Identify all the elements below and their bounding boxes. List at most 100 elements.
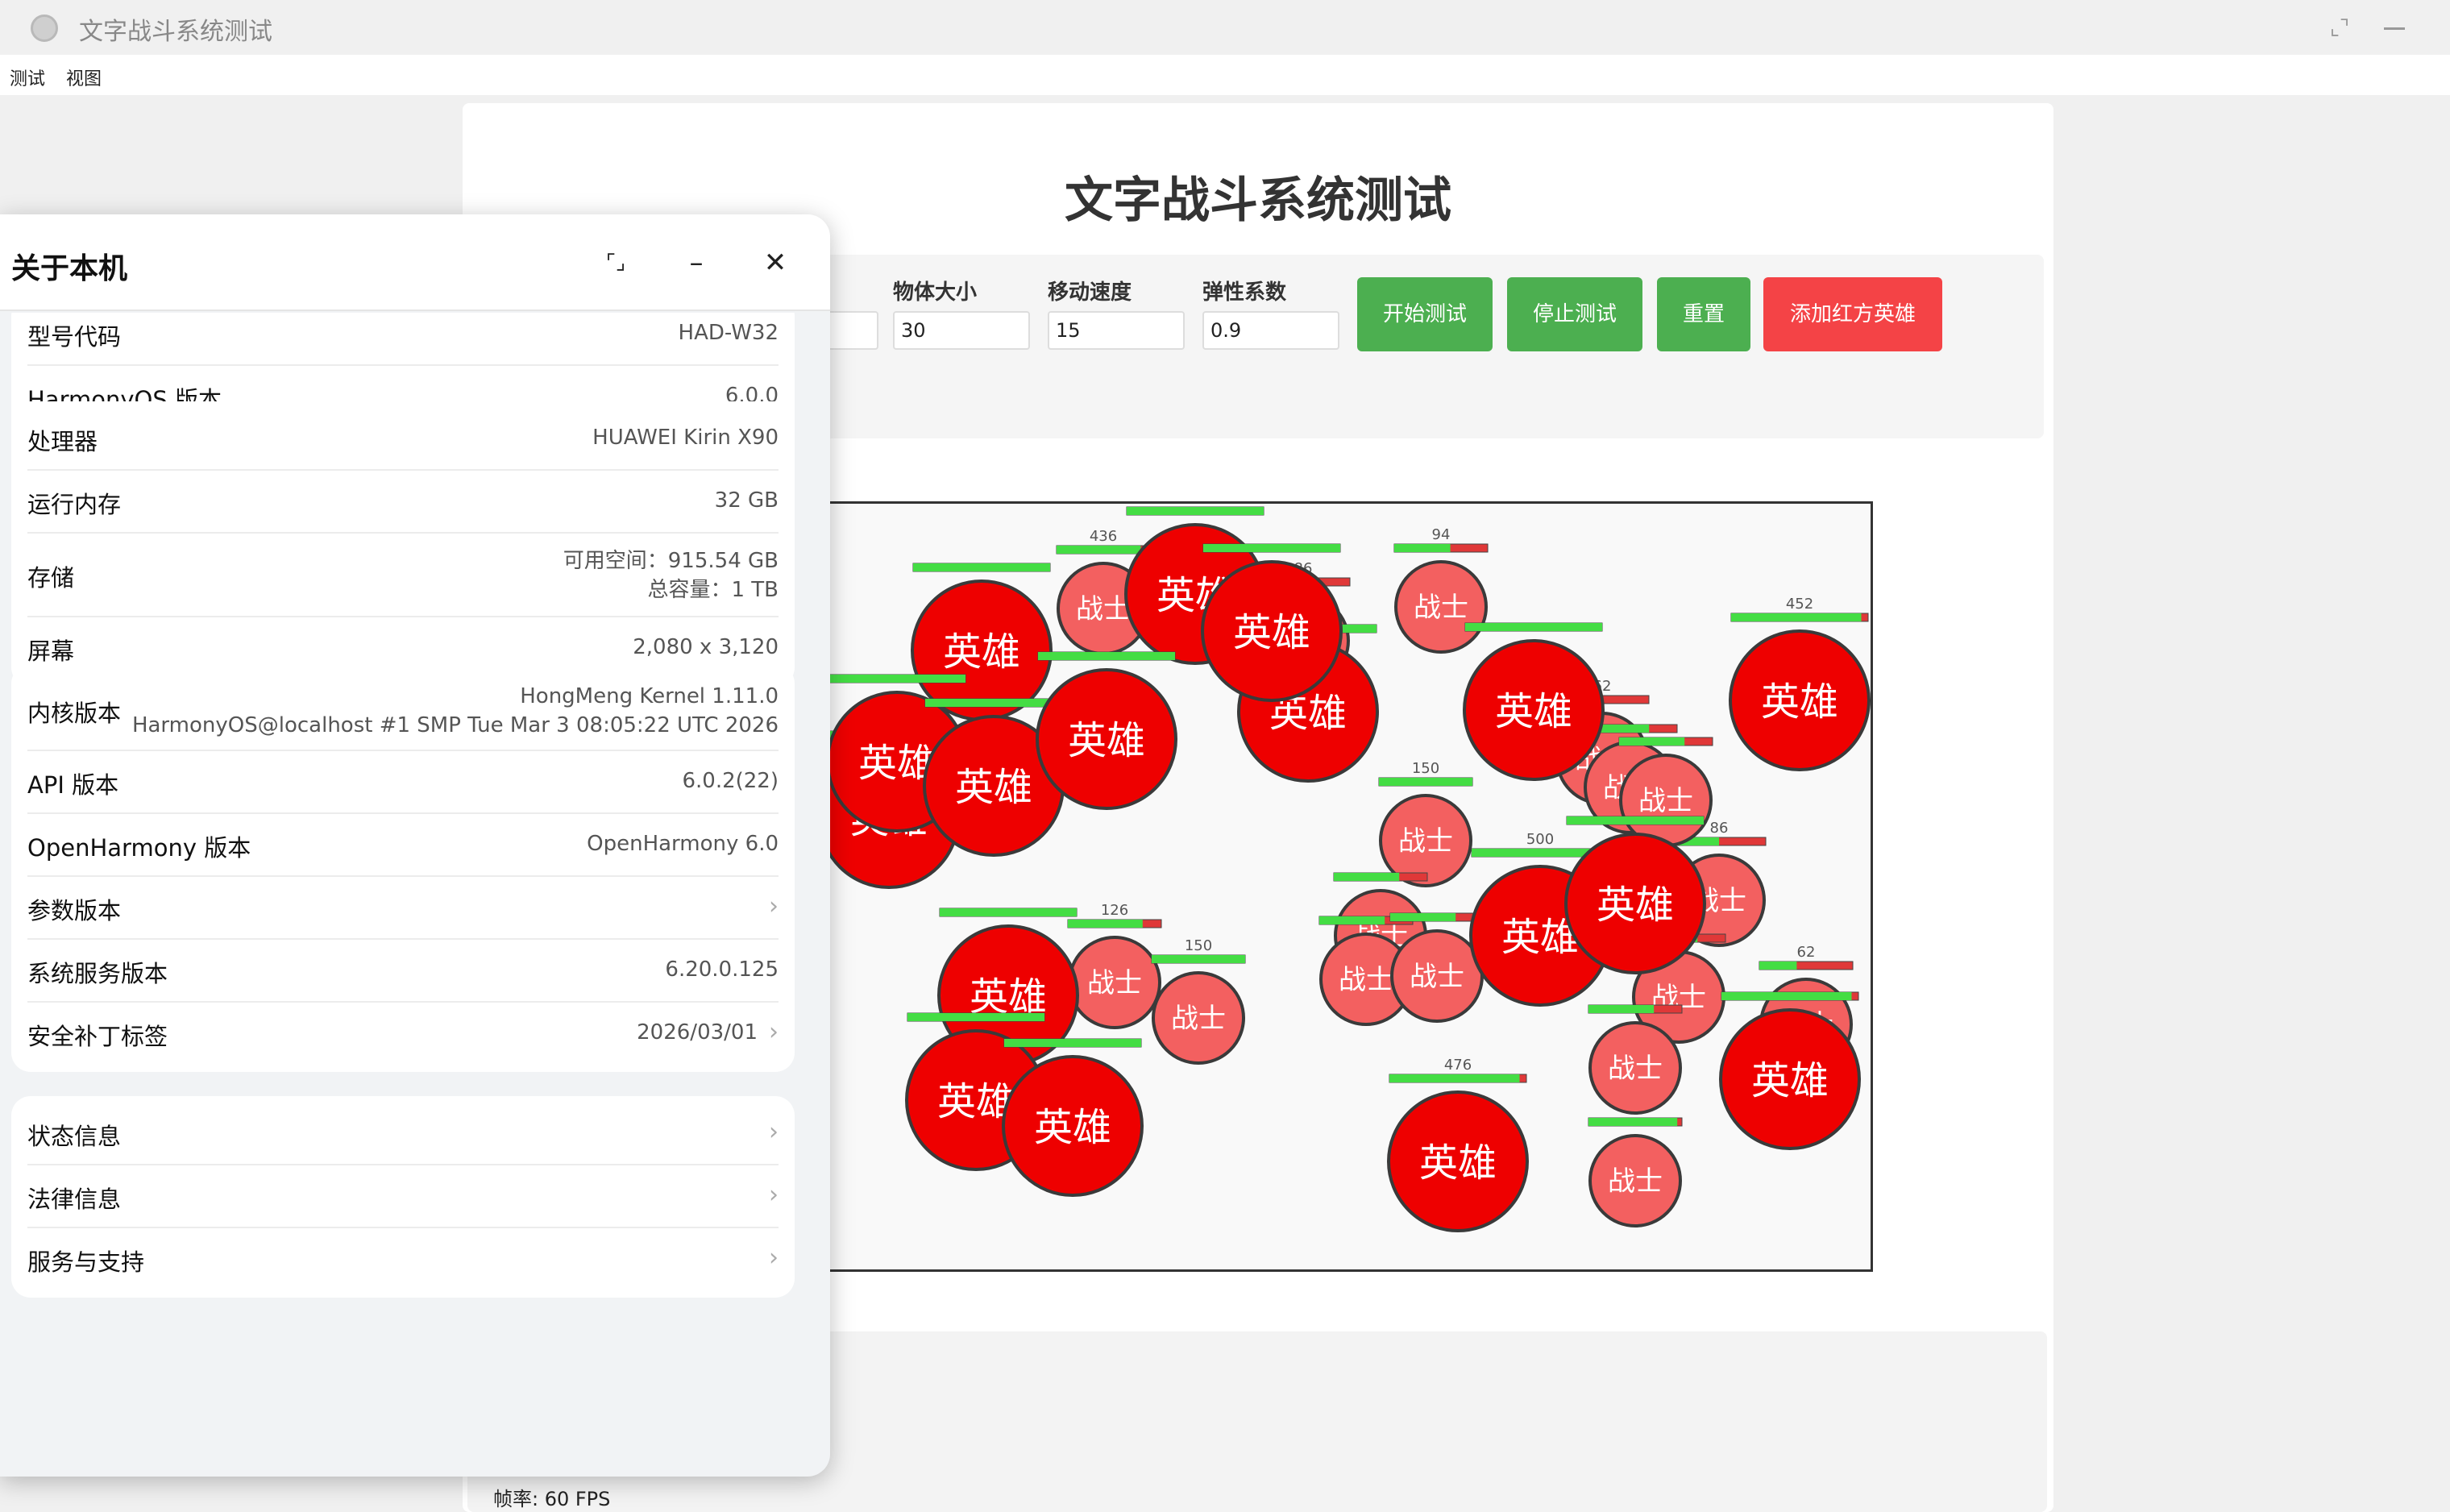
hp-bar-fill [1619,737,1685,746]
unit-label: 英雄 [1761,679,1838,725]
hp-bar-fill [1588,1118,1678,1126]
hp-value-label: 436 [1090,528,1117,545]
menu-view[interactable]: 视图 [66,64,102,90]
about-row-value-line1: HongMeng Kernel 1.11.0 [520,684,779,708]
chevron-right-icon: › [769,1118,779,1146]
about-row[interactable]: 状态信息 › [27,1103,779,1165]
chevron-right-icon: › [769,892,779,920]
unit-label: 英雄 [1751,1058,1829,1103]
about-row-label: 法律信息 [27,1186,122,1213]
minimize-window-icon[interactable] [2384,27,2405,30]
about-row: 系统服务版本 6.20.0.125 [27,940,779,1003]
restore-window-icon[interactable]: ⌞⌝ [2326,15,2353,42]
hp-bar-fill [1152,955,1245,963]
about-row: 型号代码 HAD-W32 [27,313,779,366]
about-group: 内核版本 HongMeng Kernel 1.11.0 HarmonyOS@loca… [11,664,795,1072]
size-input[interactable]: 30 [893,311,1030,350]
about-row[interactable]: 服务与支持 › [27,1228,779,1291]
about-row-value-line2: 总容量：1 TB [647,578,779,602]
hp-bar-fill [1759,962,1797,970]
elasticity-input[interactable]: 0.9 [1202,311,1339,350]
hp-bar-fill [1394,544,1451,552]
restore-icon[interactable]: ⌜⌟ [596,243,635,282]
hp-bar-fill [1004,1039,1141,1047]
about-row-label: 安全补丁标签 [27,1023,168,1050]
about-row-label: API 版本 [27,771,119,799]
chevron-right-icon: › [769,1018,779,1046]
add-red-hero-button[interactable]: 添加红方英雄 [1763,277,1942,351]
about-row-value: 2,080 x 3,120 [633,635,779,659]
hp-bar-fill [1390,913,1456,921]
hp-bar-fill [1203,544,1340,552]
hp-bar-fill [1068,920,1143,928]
battle-arena[interactable]: 战士94战士436战士86战士62战士150战士86战士126战士150战士14… [822,501,1873,1272]
about-row[interactable]: 法律信息 › [27,1165,779,1228]
hp-value-label: 476 [1444,1057,1472,1074]
about-row-label: 状态信息 [27,1123,122,1150]
hp-value-label: 150 [1412,760,1439,777]
app-icon [31,15,58,42]
reset-button[interactable]: 重置 [1657,277,1750,351]
about-row-label: 参数版本 [27,897,122,924]
about-row[interactable]: 参数版本 › [27,877,779,940]
hp-bar-fill [1319,916,1385,924]
hp-bar-fill [1588,1005,1655,1013]
menu-test[interactable]: 测试 [10,64,45,90]
about-row: API 版本 6.0.2(22) [27,751,779,814]
hp-value-label: 150 [1185,937,1212,954]
hp-bar-fill [1567,816,1704,825]
about-row-value: HongMeng Kernel 1.11.0 HarmonyOS@localhos… [132,682,779,740]
hp-bar-fill [940,908,1077,916]
about-row-label: OpenHarmony 版本 [27,834,251,862]
stop-test-button[interactable]: 停止测试 [1507,277,1642,351]
about-row-label: 服务与支持 [27,1248,145,1276]
hp-bar-fill [828,675,965,683]
about-row-label: 运行内存 [27,491,122,518]
unit-label: 战士 [1076,593,1131,625]
hp-value-label: 452 [1786,596,1813,613]
about-row-value: 6.0.2(22) [682,769,779,793]
minimize-icon[interactable]: – [677,243,716,282]
about-row-value-line1: 可用空间：915.54 GB [563,549,779,573]
speed-label: 移动速度 [1048,280,1132,305]
about-row-value-line2: HarmonyOS@localhost #1 SMP Tue Mar 3 08:… [131,713,779,737]
hp-bar-fill [1731,613,1862,621]
hp-bar-fill [1389,1074,1520,1082]
about-row-label: 系统服务版本 [27,960,168,987]
fps-readout: 帧率: 60 FPS [493,1488,611,1510]
about-row-value: 6.20.0.125 [665,957,779,982]
menubar: 测试 视图 [0,55,2450,95]
hp-bar-fill [1721,992,1852,1000]
about-row-value: OpenHarmony 6.0 [587,832,779,856]
hp-bar-fill [1465,623,1602,631]
about-row-value: 2026/03/01 [637,1020,758,1045]
about-group: 状态信息 › 法律信息 › 服务与支持 › [11,1096,795,1298]
about-scroll-area[interactable]: 型号代码HAD-W32HarmonyOS 版本6.0.0软件版本6.0.0.13… [0,313,830,1477]
about-row-label: 屏幕 [27,638,75,665]
unit-label: 战士 [1410,961,1464,993]
about-row[interactable]: 安全补丁标签 2026/03/01 › [27,1003,779,1065]
hp-bar-fill [907,1013,1044,1021]
chevron-right-icon: › [769,1244,779,1272]
about-row-label: 处理器 [27,428,98,455]
close-icon[interactable]: ✕ [756,243,795,282]
unit-label: 战士 [1608,1165,1663,1198]
unit-label: 英雄 [1419,1140,1497,1186]
about-title: 关于本机 [11,252,128,285]
unit-label: 战士 [1608,1053,1663,1085]
hp-bar-fill [1379,778,1472,786]
about-row-value: 可用空间：915.54 GB 总容量：1 TB [563,546,779,604]
unit-label: 英雄 [1597,883,1674,928]
speed-input[interactable]: 15 [1048,311,1185,350]
window-title: 文字战斗系统测试 [79,18,272,46]
about-device-dialog: 关于本机 ⌜⌟ – ✕ 型号代码 HAD-W32 HarmonyOS 版本 6.0.0… [0,214,830,1477]
hp-value-label: 86 [1710,820,1729,837]
window-titlebar: 文字战斗系统测试 ⌞⌝ [0,0,2450,55]
start-test-button[interactable]: 开始测试 [1357,277,1493,351]
about-row-value: 32 GB [714,488,779,513]
unit-label: 英雄 [1495,689,1572,734]
about-row-value: HAD-W32 [678,321,779,345]
unit-label: 英雄 [1068,718,1145,763]
hp-bar-fill [925,699,1062,707]
hp-value-label: 94 [1432,526,1451,543]
